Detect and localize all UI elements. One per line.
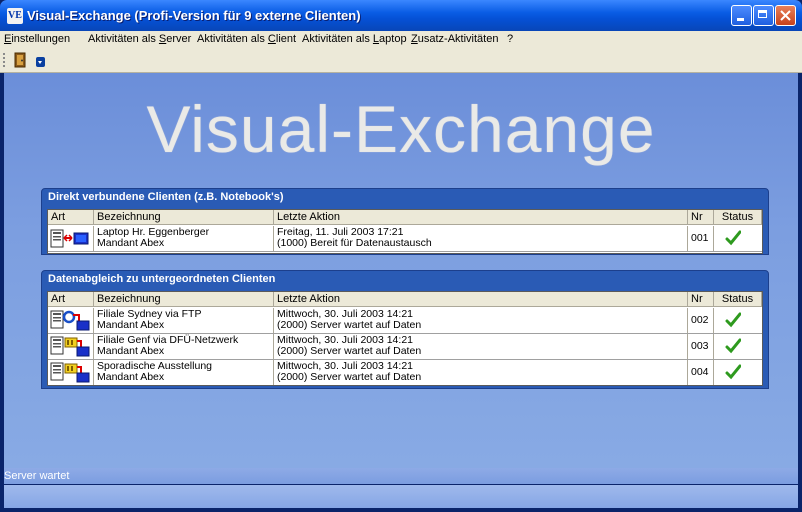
ftp-sync-icon: [50, 310, 90, 331]
laptop-link-icon: [50, 229, 89, 248]
nr-cell: 004: [688, 360, 714, 385]
checkmark-icon: [725, 312, 741, 328]
menu-help[interactable]: ?: [507, 33, 513, 45]
toolbar-options-chevron[interactable]: [36, 57, 45, 67]
close-button[interactable]: [775, 5, 796, 26]
nr-cell: 003: [688, 334, 714, 359]
maximize-button[interactable]: [753, 5, 774, 26]
col-header-status[interactable]: Status: [714, 292, 762, 307]
action-status: (2000) Server wartet auf Daten: [277, 319, 422, 331]
bottom-bar: [4, 485, 798, 508]
col-header-letzte-aktion[interactable]: Letzte Aktion: [274, 210, 688, 225]
panel-title: Direkt verbundene Clienten (z.B. Noteboo…: [48, 191, 284, 203]
art-cell: [48, 360, 94, 385]
checkmark-icon: [725, 364, 741, 380]
client-mandant: Mandant Abex: [97, 345, 165, 357]
window-title: Visual-Exchange (Profi-Version für 9 ext…: [27, 8, 361, 23]
menu-aktivitaeten-server[interactable]: Aktivitäten als Server: [88, 33, 191, 45]
client-mandant: Mandant Abex: [97, 237, 165, 249]
minimize-button[interactable]: [731, 5, 752, 26]
col-header-art[interactable]: Art: [48, 210, 94, 225]
nr-cell: 002: [688, 308, 714, 333]
col-header-letzte-aktion[interactable]: Letzte Aktion: [274, 292, 688, 307]
checkmark-icon: [725, 338, 741, 354]
col-header-nr[interactable]: Nr: [688, 210, 714, 225]
bezeichnung-cell: Laptop Hr. Eggenberger Mandant Abex: [94, 226, 274, 251]
col-header-bezeichnung[interactable]: Bezeichnung: [94, 210, 274, 225]
action-status: (2000) Server wartet auf Daten: [277, 345, 422, 357]
menu-bar: Einstellungen Aktivitäten als Server Akt…: [0, 31, 802, 48]
menu-aktivitaeten-laptop[interactable]: Aktivitäten als Laptop: [302, 33, 407, 45]
status-cell: [714, 308, 762, 333]
art-cell: [48, 226, 94, 251]
col-header-nr[interactable]: Nr: [688, 292, 714, 307]
bezeichnung-cell: Filiale Sydney via FTP Mandant Abex: [94, 308, 274, 333]
menu-aktivitaeten-client[interactable]: Aktivitäten als Client: [197, 33, 296, 45]
letzte-aktion-cell: Mittwoch, 30. Juli 2003 14:21 (2000) Ser…: [274, 334, 688, 359]
direct-clients-panel: Direkt verbundene Clienten (z.B. Noteboo…: [41, 188, 769, 255]
dialup-sync-icon: [50, 362, 90, 383]
toolbar: [0, 48, 802, 73]
dialup-sync-icon: [50, 336, 90, 357]
main-area: Visual-Exchange Direkt verbundene Client…: [4, 73, 798, 468]
bezeichnung-cell: Filiale Genf via DFÜ-Netzwerk Mandant Ab…: [94, 334, 274, 359]
app-window: VE Visual-Exchange (Profi-Version für 9 …: [0, 0, 802, 512]
letzte-aktion-cell: Mittwoch, 30. Juli 2003 14:21 (2000) Ser…: [274, 308, 688, 333]
nr-cell: 001: [688, 226, 714, 251]
art-cell: [48, 308, 94, 333]
watermark-logo: Visual-Exchange: [146, 92, 656, 166]
table-row[interactable]: Filiale Sydney via FTP Mandant Abex Mitt…: [48, 308, 762, 334]
menu-zusatz-aktivitaeten[interactable]: Zusatz-Aktivitäten: [411, 33, 498, 45]
close-icon: [780, 10, 791, 21]
status-cell: [714, 360, 762, 385]
bezeichnung-cell: Sporadische Ausstellung Mandant Abex: [94, 360, 274, 385]
maximize-icon: [758, 10, 767, 18]
minimize-icon: [737, 18, 744, 21]
col-header-status[interactable]: Status: [714, 210, 762, 225]
col-header-art[interactable]: Art: [48, 292, 94, 307]
letzte-aktion-cell: Freitag, 11. Juli 2003 17:21 (1000) Bere…: [274, 226, 688, 251]
title-bar[interactable]: VE Visual-Exchange (Profi-Version für 9 …: [0, 0, 802, 31]
menu-einstellungen[interactable]: Einstellungen: [4, 33, 70, 45]
status-bar: [4, 468, 798, 484]
checkmark-icon: [725, 230, 741, 246]
app-icon[interactable]: VE: [7, 8, 23, 24]
table-row[interactable]: Filiale Genf via DFÜ-Netzwerk Mandant Ab…: [48, 334, 762, 360]
client-mandant: Mandant Abex: [97, 319, 165, 331]
toolbar-grip[interactable]: [3, 53, 7, 67]
table-row[interactable]: Laptop Hr. Eggenberger Mandant Abex Frei…: [48, 226, 762, 252]
action-status: (1000) Bereit für Datenaustausch: [277, 237, 432, 249]
art-cell: [48, 334, 94, 359]
exit-door-icon[interactable]: [12, 52, 28, 68]
table-row[interactable]: Sporadische Ausstellung Mandant Abex Mit…: [48, 360, 762, 385]
client-mandant: Mandant Abex: [97, 371, 165, 383]
status-cell: [714, 226, 762, 251]
sub-clients-table: Art Bezeichnung Letzte Aktion Nr Status: [47, 291, 763, 386]
direct-clients-table: Art Bezeichnung Letzte Aktion Nr Status: [47, 209, 763, 254]
panel-title: Datenabgleich zu untergeordneten Cliente…: [48, 273, 276, 285]
sub-clients-panel: Datenabgleich zu untergeordneten Cliente…: [41, 270, 769, 389]
status-text: Server wartet: [4, 470, 70, 482]
action-status: (2000) Server wartet auf Daten: [277, 371, 422, 383]
status-cell: [714, 334, 762, 359]
col-header-bezeichnung[interactable]: Bezeichnung: [94, 292, 274, 307]
letzte-aktion-cell: Mittwoch, 30. Juli 2003 14:21 (2000) Ser…: [274, 360, 688, 385]
